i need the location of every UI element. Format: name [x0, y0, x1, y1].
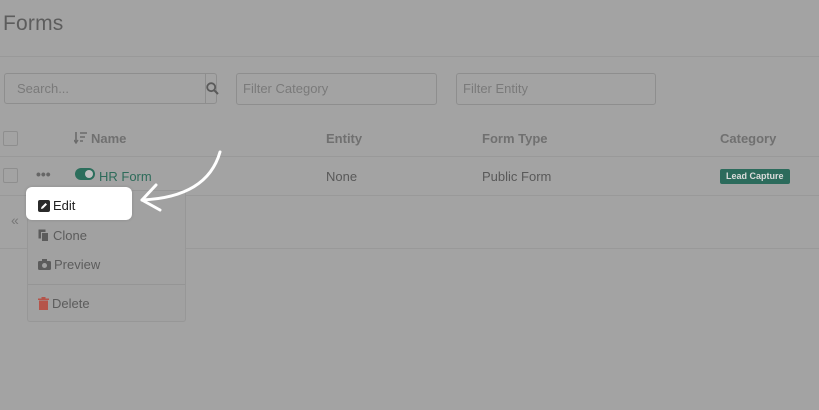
annotation-arrow-icon — [140, 150, 222, 212]
